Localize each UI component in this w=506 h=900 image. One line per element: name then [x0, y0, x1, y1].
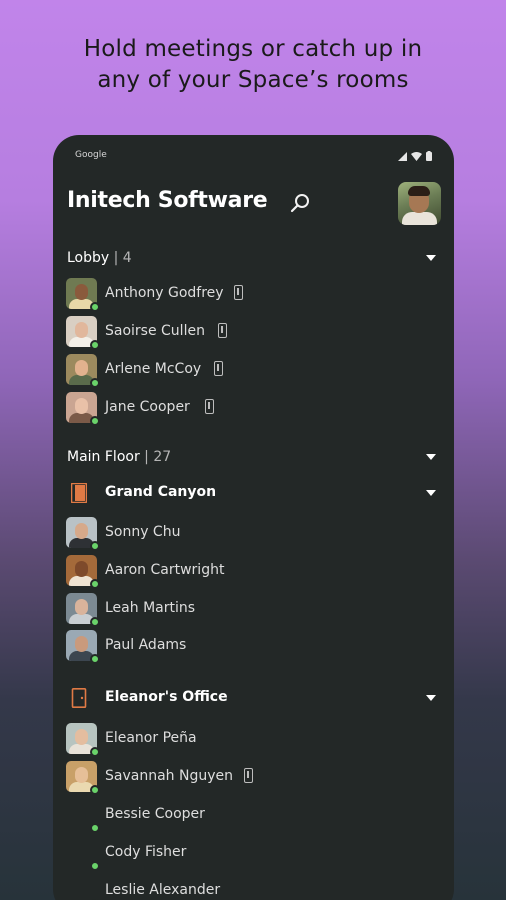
section-lobby-count: | 4: [113, 250, 132, 266]
room-name: Grand Canyon: [105, 484, 217, 500]
mobile-icon: [205, 399, 214, 414]
person-name: Cody Fisher: [105, 844, 187, 860]
door-icon: [71, 483, 87, 503]
mobile-icon: [234, 285, 243, 300]
online-indicator: [90, 861, 100, 871]
chevron-down-icon[interactable]: [426, 454, 436, 460]
door-icon: [71, 688, 87, 708]
person-name: Jane Cooper: [105, 399, 190, 415]
list-item[interactable]: Savannah Nguyen: [66, 761, 366, 795]
online-indicator: [90, 654, 100, 664]
list-item[interactable]: Leslie Alexander: [66, 875, 366, 900]
list-item[interactable]: Sonny Chu: [66, 517, 366, 551]
wifi-icon: [411, 151, 422, 161]
list-item[interactable]: Eleanor Peña: [66, 723, 366, 757]
list-item[interactable]: Aaron Cartwright: [66, 555, 366, 589]
mobile-icon: [214, 361, 223, 376]
list-item[interactable]: Paul Adams: [66, 630, 366, 664]
online-indicator: [90, 579, 100, 589]
status-bar: Google: [75, 150, 432, 164]
person-name: Bessie Cooper: [105, 806, 205, 822]
section-main-floor-name: Main Floor: [67, 449, 140, 465]
room-name: Eleanor's Office: [105, 689, 228, 705]
person-name: Eleanor Peña: [105, 730, 197, 746]
chevron-down-icon[interactable]: [426, 490, 436, 496]
list-item[interactable]: Jane Cooper: [66, 392, 366, 426]
mobile-icon: [218, 323, 227, 338]
person-name: Arlene McCoy: [105, 361, 202, 377]
person-name: Paul Adams: [105, 637, 187, 653]
chevron-down-icon[interactable]: [426, 255, 436, 261]
list-item[interactable]: Leah Martins: [66, 593, 366, 627]
section-main-floor-header[interactable]: Main Floor | 27: [67, 449, 171, 465]
person-name: Saoirse Cullen: [105, 323, 205, 339]
online-indicator: [90, 378, 100, 388]
promo-headline-line1: Hold meetings or catch up in: [83, 36, 423, 62]
online-indicator: [90, 340, 100, 350]
list-item[interactable]: Saoirse Cullen: [66, 316, 366, 350]
person-name: Anthony Godfrey: [105, 285, 224, 301]
mobile-icon: [244, 768, 253, 783]
section-lobby-name: Lobby: [67, 250, 110, 266]
phone-screen: Google Initech Software Lobby | 4 Anthon…: [53, 135, 454, 900]
promo-headline-line2: any of your Space’s rooms: [97, 67, 409, 93]
person-name: Aaron Cartwright: [105, 562, 225, 578]
search-icon[interactable]: [289, 192, 311, 214]
promo-headline: Hold meetings or catch up in any of your…: [0, 34, 506, 96]
list-item[interactable]: Cody Fisher: [66, 837, 366, 871]
room-eleanors-office[interactable]: Eleanor's Office: [71, 687, 454, 711]
person-name: Sonny Chu: [105, 524, 181, 540]
list-item[interactable]: Anthony Godfrey: [66, 278, 366, 312]
online-indicator: [90, 416, 100, 426]
space-title: Initech Software: [67, 188, 268, 213]
person-name: Leslie Alexander: [105, 882, 221, 898]
online-indicator: [90, 747, 100, 757]
battery-icon: [426, 151, 432, 161]
online-indicator: [90, 785, 100, 795]
list-item[interactable]: Bessie Cooper: [66, 799, 366, 833]
online-indicator: [90, 541, 100, 551]
online-indicator: [90, 823, 100, 833]
room-grand-canyon[interactable]: Grand Canyon: [71, 482, 454, 506]
status-icons: [398, 151, 432, 161]
online-indicator: [90, 617, 100, 627]
section-main-floor-count: | 27: [144, 449, 172, 465]
carrier-label: Google: [75, 150, 107, 160]
person-name: Savannah Nguyen: [105, 768, 233, 784]
profile-avatar[interactable]: [398, 182, 441, 225]
section-lobby-header[interactable]: Lobby | 4: [67, 250, 132, 266]
person-name: Leah Martins: [105, 600, 196, 616]
chevron-down-icon[interactable]: [426, 695, 436, 701]
signal-icon: [398, 151, 407, 161]
list-item[interactable]: Arlene McCoy: [66, 354, 366, 388]
online-indicator: [90, 302, 100, 312]
